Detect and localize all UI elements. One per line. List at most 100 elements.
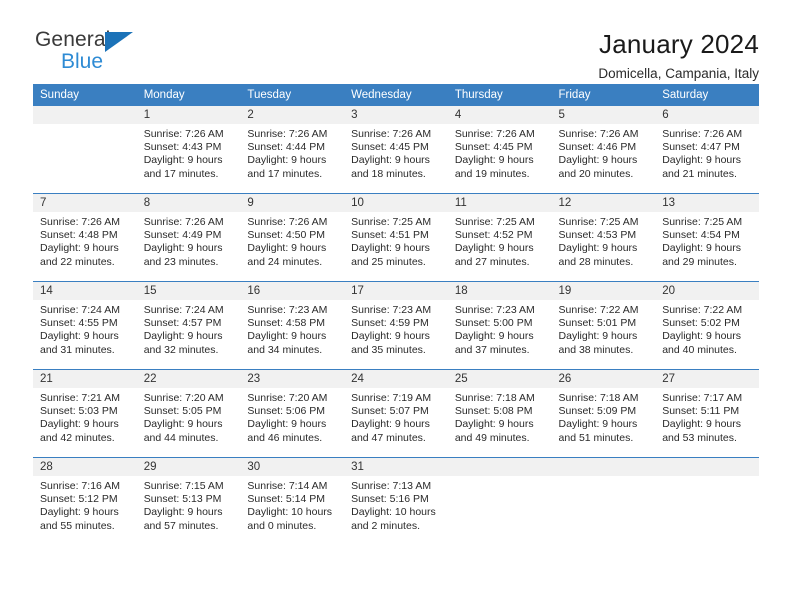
day-details: Sunrise: 7:20 AM Sunset: 5:06 PM Daylight:… xyxy=(240,388,344,445)
calendar-day-cell[interactable]: 3 Sunrise: 7:26 AM Sunset: 4:45 PM Daylight… xyxy=(344,106,448,194)
daylight-text: Daylight: 9 hours xyxy=(143,154,223,167)
calendar-day-cell[interactable]: 11 Sunrise: 7:25 AM Sunset: 4:52 PM Dayligh… xyxy=(447,193,552,282)
calendar-day-cell[interactable]: 10 Sunrise: 7:25 AM Sunset: 4:51 PM Dayligh… xyxy=(344,193,448,282)
day-number: 20 xyxy=(655,282,759,300)
calendar-day-cell[interactable]: 5 Sunrise: 7:26 AM Sunset: 4:46 PM Daylight… xyxy=(551,106,656,194)
day-cell-content: 18 Sunrise: 7:23 AM Sunset: 5:00 PM Dayligh… xyxy=(447,282,552,369)
weekday-header-friday: Friday xyxy=(551,84,656,106)
calendar-day-cell[interactable]: 8 Sunrise: 7:26 AM Sunset: 4:49 PM Daylight… xyxy=(136,193,241,282)
sunrise-text: Sunrise: 7:26 AM xyxy=(662,128,743,140)
sunset-text: Sunset: 4:50 PM xyxy=(247,229,326,242)
sunset-text: Sunset: 4:46 PM xyxy=(558,141,637,154)
day-number: 3 xyxy=(344,106,448,124)
day-details: Sunrise: 7:26 AM Sunset: 4:43 PM Daylight:… xyxy=(137,124,241,181)
calendar-day-cell[interactable]: 6 Sunrise: 7:26 AM Sunset: 4:47 PM Daylight… xyxy=(655,106,759,194)
calendar-day-cell[interactable]: 7 Sunrise: 7:26 AM Sunset: 4:48 PM Daylight… xyxy=(33,193,137,282)
calendar-day-cell[interactable]: 29 Sunrise: 7:15 AM Sunset: 5:13 PM Dayligh… xyxy=(136,457,241,545)
weekday-header-row: Sunday Monday Tuesday Wednesday Thursday… xyxy=(33,84,759,106)
calendar-day-cell[interactable]: 14 Sunrise: 7:24 AM Sunset: 4:55 PM Dayligh… xyxy=(33,281,137,370)
daylight-text-cont: and 57 minutes. xyxy=(143,519,219,532)
calendar-grid: Sunday Monday Tuesday Wednesday Thursday… xyxy=(33,84,759,545)
daylight-text-cont: and 27 minutes. xyxy=(454,255,530,268)
daylight-text: Daylight: 9 hours xyxy=(662,330,742,343)
weekday-header-wednesday: Wednesday xyxy=(344,84,448,106)
daylight-text-cont: and 18 minutes. xyxy=(351,167,426,180)
generalblue-logo[interactable]: General Blue xyxy=(33,28,153,80)
daylight-text: Daylight: 9 hours xyxy=(143,506,223,519)
daylight-text-cont: and 37 minutes. xyxy=(454,343,530,356)
sunset-text: Sunset: 4:58 PM xyxy=(247,317,326,330)
day-cell-content: 26 Sunrise: 7:18 AM Sunset: 5:09 PM Dayligh… xyxy=(551,370,656,457)
sunset-text: Sunset: 4:44 PM xyxy=(247,141,326,154)
day-cell-content: 12 Sunrise: 7:25 AM Sunset: 4:53 PM Dayligh… xyxy=(551,194,656,281)
calendar-day-cell[interactable]: 9 Sunrise: 7:26 AM Sunset: 4:50 PM Daylight… xyxy=(240,193,345,282)
calendar-day-cell[interactable]: 13 Sunrise: 7:25 AM Sunset: 4:54 PM Dayligh… xyxy=(655,193,759,282)
sunset-text: Sunset: 5:08 PM xyxy=(454,405,533,418)
daylight-text: Daylight: 9 hours xyxy=(558,330,638,343)
calendar-day-cell[interactable]: 18 Sunrise: 7:23 AM Sunset: 5:00 PM Dayligh… xyxy=(447,281,552,370)
day-details: Sunrise: 7:19 AM Sunset: 5:07 PM Daylight:… xyxy=(344,388,448,445)
calendar-day-cell[interactable]: 25 Sunrise: 7:18 AM Sunset: 5:08 PM Dayligh… xyxy=(447,369,552,458)
daylight-text: Daylight: 9 hours xyxy=(40,418,119,431)
daylight-text-cont: and 40 minutes. xyxy=(662,343,737,356)
day-details: Sunrise: 7:24 AM Sunset: 4:55 PM Daylight:… xyxy=(33,300,137,357)
calendar-day-cell[interactable]: 26 Sunrise: 7:18 AM Sunset: 5:09 PM Dayligh… xyxy=(551,369,656,458)
day-cell-content: 22 Sunrise: 7:20 AM Sunset: 5:05 PM Dayligh… xyxy=(136,370,241,457)
sunrise-text: Sunrise: 7:22 AM xyxy=(558,304,639,316)
day-details: Sunrise: 7:26 AM Sunset: 4:49 PM Daylight:… xyxy=(137,212,241,269)
daylight-text-cont: and 34 minutes. xyxy=(247,343,323,356)
sunrise-text: Sunrise: 7:23 AM xyxy=(351,304,432,316)
calendar-day-cell[interactable]: 19 Sunrise: 7:22 AM Sunset: 5:01 PM Dayligh… xyxy=(551,281,656,370)
sunrise-text: Sunrise: 7:22 AM xyxy=(662,304,743,316)
day-details: Sunrise: 7:13 AM Sunset: 5:16 PM Daylight:… xyxy=(344,476,448,533)
calendar-day-cell[interactable]: 2 Sunrise: 7:26 AM Sunset: 4:44 PM Daylight… xyxy=(240,106,345,194)
day-cell-content xyxy=(655,458,759,545)
day-details: Sunrise: 7:24 AM Sunset: 4:57 PM Daylight:… xyxy=(137,300,241,357)
daylight-text-cont: and 49 minutes. xyxy=(454,431,530,444)
calendar-day-cell[interactable]: 20 Sunrise: 7:22 AM Sunset: 5:02 PM Dayligh… xyxy=(655,281,759,370)
calendar-day-cell[interactable]: 31 Sunrise: 7:13 AM Sunset: 5:16 PM Dayligh… xyxy=(344,457,448,545)
sunrise-text: Sunrise: 7:26 AM xyxy=(40,216,120,228)
calendar-week-row: 28 Sunrise: 7:16 AM Sunset: 5:12 PM Dayligh… xyxy=(33,457,759,545)
daylight-text-cont: and 20 minutes. xyxy=(558,167,634,180)
calendar-day-cell[interactable]: 4 Sunrise: 7:26 AM Sunset: 4:45 PM Daylight… xyxy=(447,106,552,194)
daylight-text-cont: and 25 minutes. xyxy=(351,255,426,268)
sunset-text: Sunset: 5:09 PM xyxy=(558,405,637,418)
day-cell-content: 4 Sunrise: 7:26 AM Sunset: 4:45 PM Daylight… xyxy=(447,106,552,193)
calendar-day-cell[interactable]: 28 Sunrise: 7:16 AM Sunset: 5:12 PM Dayligh… xyxy=(33,457,137,545)
daylight-text-cont: and 53 minutes. xyxy=(662,431,737,444)
calendar-day-cell[interactable]: 16 Sunrise: 7:23 AM Sunset: 4:58 PM Dayligh… xyxy=(240,281,345,370)
calendar-week-row: 7 Sunrise: 7:26 AM Sunset: 4:48 PM Daylight… xyxy=(33,193,759,282)
calendar-day-cell[interactable]: 17 Sunrise: 7:23 AM Sunset: 4:59 PM Dayligh… xyxy=(344,281,448,370)
sunset-text: Sunset: 4:51 PM xyxy=(351,229,429,242)
daylight-text-cont: and 17 minutes. xyxy=(143,167,219,180)
sunrise-text: Sunrise: 7:13 AM xyxy=(351,480,432,492)
calendar-day-cell[interactable]: 22 Sunrise: 7:20 AM Sunset: 5:05 PM Dayligh… xyxy=(136,369,241,458)
day-cell-content: 29 Sunrise: 7:15 AM Sunset: 5:13 PM Dayligh… xyxy=(136,458,241,545)
calendar-day-cell[interactable]: 21 Sunrise: 7:21 AM Sunset: 5:03 PM Dayligh… xyxy=(33,369,137,458)
day-details: Sunrise: 7:17 AM Sunset: 5:11 PM Daylight:… xyxy=(655,388,759,445)
calendar-day-cell[interactable]: 23 Sunrise: 7:20 AM Sunset: 5:06 PM Dayligh… xyxy=(240,369,345,458)
day-cell-content xyxy=(33,106,137,193)
sunrise-text: Sunrise: 7:19 AM xyxy=(351,392,432,404)
page-subtitle: Domicella, Campania, Italy xyxy=(598,66,759,81)
day-cell-content: 7 Sunrise: 7:26 AM Sunset: 4:48 PM Daylight… xyxy=(33,194,137,281)
day-cell-content: 31 Sunrise: 7:13 AM Sunset: 5:16 PM Dayligh… xyxy=(344,458,448,545)
daylight-text: Daylight: 9 hours xyxy=(247,418,327,431)
calendar-day-cell[interactable]: 12 Sunrise: 7:25 AM Sunset: 4:53 PM Dayligh… xyxy=(551,193,656,282)
calendar-day-cell[interactable]: 15 Sunrise: 7:24 AM Sunset: 4:57 PM Dayligh… xyxy=(136,281,241,370)
calendar-day-cell[interactable]: 24 Sunrise: 7:19 AM Sunset: 5:07 PM Dayligh… xyxy=(344,369,448,458)
daylight-text-cont: and 2 minutes. xyxy=(351,519,420,532)
day-details xyxy=(33,124,137,128)
sunset-text: Sunset: 5:02 PM xyxy=(662,317,740,330)
day-cell-content: 3 Sunrise: 7:26 AM Sunset: 4:45 PM Daylight… xyxy=(344,106,448,193)
calendar-day-cell[interactable]: 30 Sunrise: 7:14 AM Sunset: 5:14 PM Dayligh… xyxy=(240,457,345,545)
calendar-day-cell[interactable]: 1 Sunrise: 7:26 AM Sunset: 4:43 PM Daylight… xyxy=(136,106,241,194)
day-details xyxy=(448,476,552,480)
daylight-text-cont: and 44 minutes. xyxy=(143,431,219,444)
calendar-day-cell[interactable]: 27 Sunrise: 7:17 AM Sunset: 5:11 PM Dayligh… xyxy=(655,369,759,458)
sunset-text: Sunset: 4:53 PM xyxy=(558,229,637,242)
day-cell-content: 10 Sunrise: 7:25 AM Sunset: 4:51 PM Dayligh… xyxy=(344,194,448,281)
day-details: Sunrise: 7:21 AM Sunset: 5:03 PM Daylight:… xyxy=(33,388,137,445)
day-cell-content: 28 Sunrise: 7:16 AM Sunset: 5:12 PM Dayligh… xyxy=(33,458,137,545)
